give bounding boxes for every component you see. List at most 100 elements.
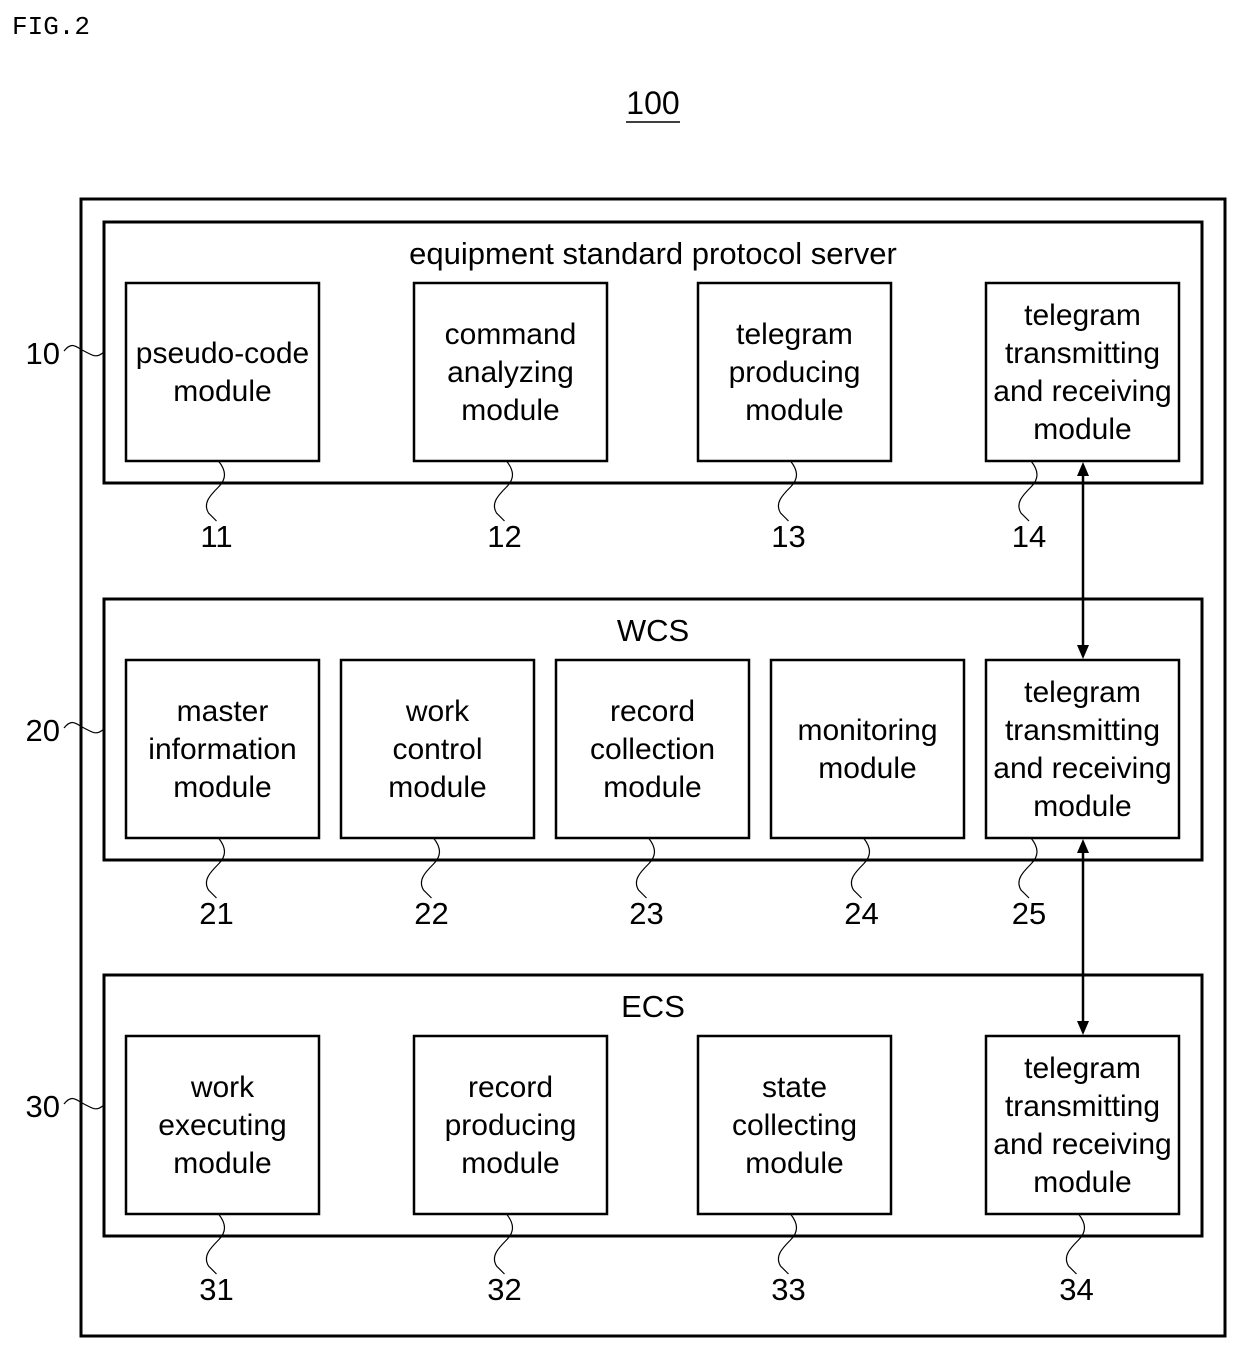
module-ref-leader <box>493 460 514 522</box>
module-label-line: collecting <box>732 1109 857 1142</box>
module-ref-leader <box>205 460 226 522</box>
module-ref-number: 34 <box>1059 1272 1093 1307</box>
panel-ref-leader <box>63 1097 105 1110</box>
module-label-line: and receiving <box>993 1128 1171 1161</box>
module-label-line: module <box>818 752 916 785</box>
module-label-line: module <box>173 375 271 408</box>
panel-title: ECS <box>621 989 685 1024</box>
module-label-line: module <box>745 394 843 427</box>
panel-server: equipment standard protocol server 10 pseu… <box>26 220 1204 554</box>
connection-arrow-14-25 <box>1077 462 1089 659</box>
module-32: record producing module 32 <box>412 1034 609 1307</box>
module-label-line: work <box>405 695 470 728</box>
panel-ref-number: 20 <box>26 713 60 748</box>
module-label-line: module <box>461 1147 559 1180</box>
module-label-line: analyzing <box>447 356 574 389</box>
module-ref-number: 25 <box>1012 896 1046 931</box>
module-ref-leader <box>205 1213 226 1275</box>
connection-arrow-25-34 <box>1077 839 1089 1035</box>
module-label-line: command <box>445 318 577 351</box>
module-label-line: and receiving <box>993 375 1171 408</box>
module-ref-leader <box>777 460 798 522</box>
module-label-line: module <box>173 771 271 804</box>
module-label-line: producing <box>729 356 861 389</box>
module-21: master information module 21 <box>124 658 321 931</box>
module-label-line: module <box>388 771 486 804</box>
block-diagram: FIG.2 100 equipment standard protocol se… <box>12 12 1227 1338</box>
arrow-head-up-icon <box>1077 839 1089 853</box>
module-ref-leader <box>635 837 656 899</box>
arrow-head-down-icon <box>1077 1021 1089 1035</box>
module-ref-leader <box>493 1213 514 1275</box>
system-ref-number: 100 <box>626 85 679 121</box>
module-13: telegram producing module 13 <box>696 281 893 554</box>
panel-ref-leader <box>63 344 105 357</box>
module-ref-number: 23 <box>629 896 663 931</box>
module-label-line: module <box>745 1147 843 1180</box>
module-label-line: module <box>1033 790 1131 823</box>
module-label-line: executing <box>158 1109 286 1142</box>
module-11: pseudo-code module 11 <box>124 281 321 554</box>
module-ref-number: 11 <box>200 519 232 554</box>
module-ref-leader <box>1018 837 1038 899</box>
module-33: state collecting module 33 <box>696 1034 893 1307</box>
module-label-line: pseudo-code <box>136 337 309 370</box>
module-label-line: transmitting <box>1005 714 1160 747</box>
module-ref-number: 24 <box>844 896 878 931</box>
module-label-line: and receiving <box>993 752 1171 785</box>
module-ref-number: 21 <box>199 896 233 931</box>
module-ref-number: 22 <box>414 896 448 931</box>
module-ref-leader <box>850 837 871 899</box>
module-31: work executing module 31 <box>124 1034 321 1307</box>
panels-layer: equipment standard protocol server 10 pseu… <box>26 220 1204 1307</box>
module-label-line: record <box>610 695 695 728</box>
module-24: monitoring module 24 <box>769 658 966 931</box>
module-label-line: control <box>392 733 482 766</box>
module-label-line: monitoring <box>797 714 937 747</box>
module-ref-leader <box>205 837 226 899</box>
module-label-line: transmitting <box>1005 337 1160 370</box>
module-box <box>124 281 321 463</box>
module-label-line: record <box>468 1071 553 1104</box>
module-label-line: work <box>190 1071 255 1104</box>
module-label-line: producing <box>445 1109 577 1142</box>
module-ref-number: 32 <box>487 1272 521 1307</box>
system-reference: 100 <box>626 85 680 123</box>
module-ref-leader <box>1065 1213 1086 1275</box>
module-label-line: module <box>173 1147 271 1180</box>
panel-title: equipment standard protocol server <box>409 236 897 271</box>
module-ref-number: 13 <box>771 519 805 554</box>
module-box <box>769 658 966 840</box>
module-23: record collection module 23 <box>554 658 751 931</box>
module-ref-leader <box>1018 460 1038 522</box>
figure-label: FIG.2 <box>12 12 90 42</box>
module-label-line: module <box>603 771 701 804</box>
module-label-line: module <box>461 394 559 427</box>
module-label-line: telegram <box>1024 1052 1141 1085</box>
panel-ref-number: 30 <box>26 1089 60 1124</box>
module-ref-number: 33 <box>771 1272 805 1307</box>
module-label-line: telegram <box>1024 676 1141 709</box>
module-ref-number: 12 <box>487 519 521 554</box>
module-label-line: collection <box>590 733 715 766</box>
module-ref-leader <box>777 1213 798 1275</box>
panel-ref-number: 10 <box>26 336 60 371</box>
module-ref-number: 14 <box>1012 519 1046 554</box>
module-ref-number: 31 <box>199 1272 233 1307</box>
module-34: telegram transmitting and receiving module 3… <box>984 1034 1181 1307</box>
module-ref-leader <box>420 837 441 899</box>
panel-ref-leader <box>63 721 105 734</box>
module-12: command analyzing module 12 <box>412 281 609 554</box>
arrow-head-down-icon <box>1077 645 1089 659</box>
module-label-line: state <box>762 1071 827 1104</box>
panel-title: WCS <box>617 613 689 648</box>
module-label-line: module <box>1033 1166 1131 1199</box>
module-label-line: transmitting <box>1005 1090 1160 1123</box>
module-label-line: master <box>177 695 269 728</box>
module-22: work control module 22 <box>339 658 536 931</box>
module-label-line: module <box>1033 413 1131 446</box>
module-label-line: telegram <box>736 318 853 351</box>
panel-ecs: ECS 30 work executing module 31 record producin… <box>26 973 1204 1307</box>
module-label-line: information <box>148 733 296 766</box>
module-label-line: telegram <box>1024 299 1141 332</box>
